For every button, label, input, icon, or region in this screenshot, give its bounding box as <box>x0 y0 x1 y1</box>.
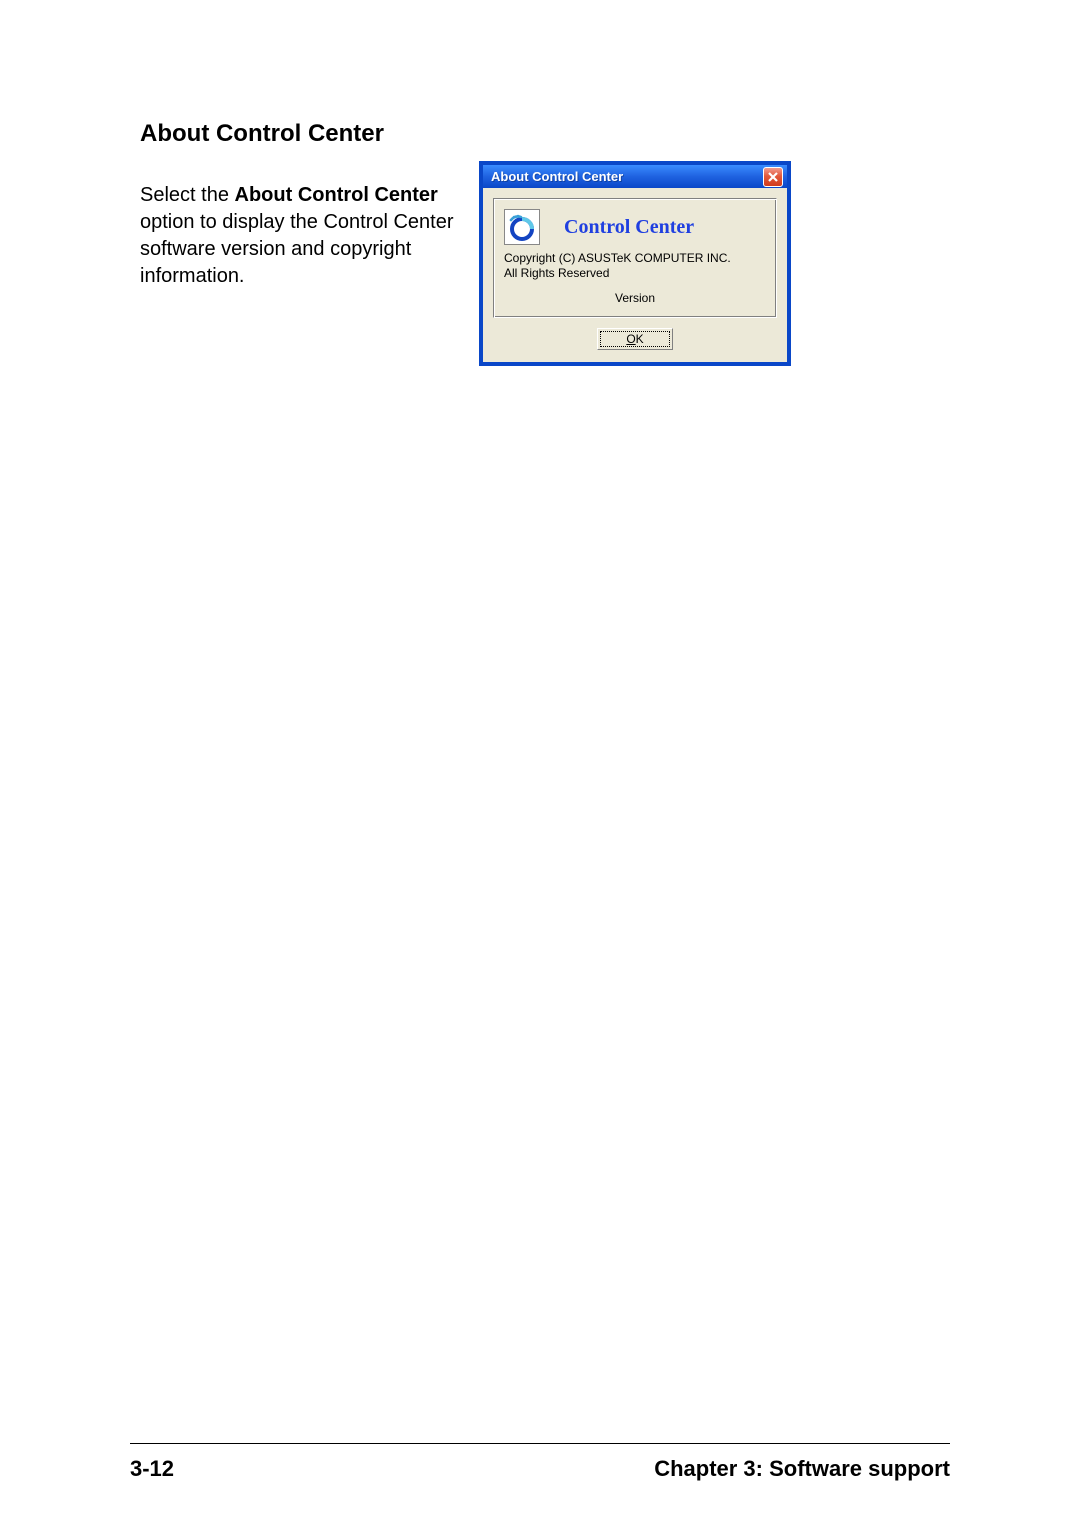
section-heading: About Control Center <box>140 120 950 148</box>
footer-rule <box>130 1443 950 1444</box>
about-dialog: About Control Center <box>480 162 790 365</box>
page: About Control Center Select the About Co… <box>0 0 1080 1528</box>
page-footer: 3-12 Chapter 3: Software support <box>130 1456 950 1482</box>
description-rest: option to display the Control Center sof… <box>140 211 454 287</box>
copyright-line-1: Copyright (C) ASUSTeK COMPUTER INC. <box>504 251 766 266</box>
ok-button[interactable]: OK <box>597 328 673 350</box>
product-name: Control Center <box>564 216 694 239</box>
close-button[interactable] <box>763 167 783 187</box>
ok-row: OK <box>493 328 777 350</box>
description-prefix: Select the <box>140 184 235 206</box>
content-row: Select the About Control Center option t… <box>140 162 950 365</box>
chapter-title: Chapter 3: Software support <box>654 1456 950 1482</box>
dialog-body: Control Center Copyright (C) ASUSTeK COM… <box>483 188 787 362</box>
close-icon <box>767 171 779 183</box>
ok-label: OK <box>626 332 643 346</box>
copyright-line-2: All Rights Reserved <box>504 266 766 281</box>
description-paragraph: Select the About Control Center option t… <box>140 182 470 290</box>
control-center-icon <box>507 212 537 242</box>
description-bold: About Control Center <box>235 184 438 206</box>
version-label: Version <box>504 291 766 305</box>
dialog-titlebar[interactable]: About Control Center <box>483 162 787 188</box>
logo-row: Control Center <box>504 209 766 245</box>
page-number: 3-12 <box>130 1456 174 1482</box>
copyright-text: Copyright (C) ASUSTeK COMPUTER INC. All … <box>504 251 766 281</box>
app-logo <box>504 209 540 245</box>
info-panel: Control Center Copyright (C) ASUSTeK COM… <box>493 198 777 318</box>
dialog-title: About Control Center <box>491 169 623 184</box>
